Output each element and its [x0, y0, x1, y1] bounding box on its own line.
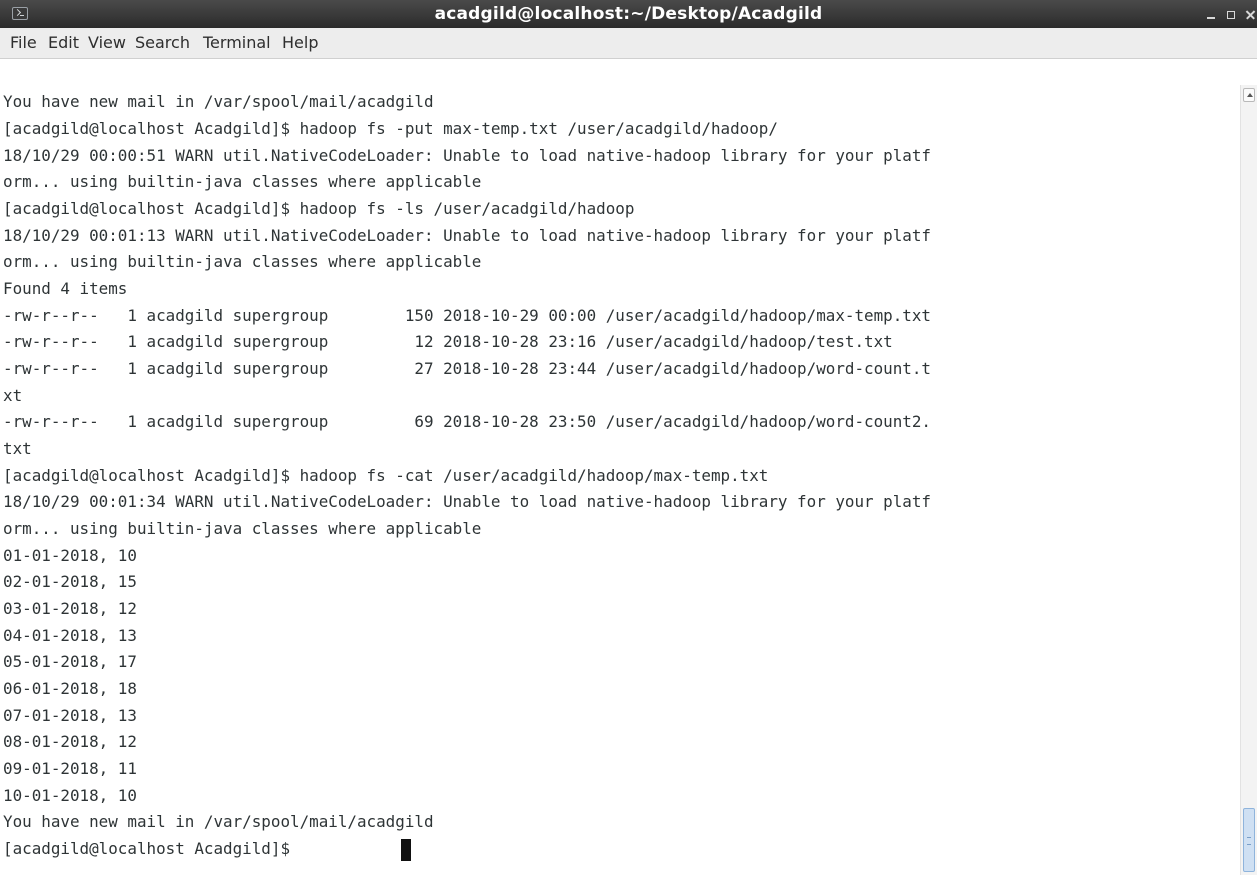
scrollbar-thumb[interactable]: [1243, 808, 1255, 872]
terminal-line: 06-01-2018, 18: [3, 679, 137, 698]
terminal-line: 08-01-2018, 12: [3, 732, 137, 751]
minimize-icon[interactable]: [1201, 4, 1221, 24]
terminal-line: 09-01-2018, 11: [3, 759, 137, 778]
terminal-line: You have new mail in /var/spool/mail/aca…: [3, 92, 434, 111]
menu-view[interactable]: View: [84, 28, 130, 58]
terminal-line: 01-01-2018, 10: [3, 546, 137, 565]
terminal-line: xt: [3, 386, 23, 405]
window-title: acadgild@localhost:~/Desktop/Acadgild: [434, 4, 823, 24]
title-bar[interactable]: acadgild@localhost:~/Desktop/Acadgild: [0, 0, 1257, 29]
terminal-line: orm... using builtin-java classes where …: [3, 172, 482, 191]
close-icon[interactable]: [1240, 4, 1257, 24]
terminal-line: 04-01-2018, 13: [3, 626, 137, 645]
terminal-line: txt: [3, 439, 32, 458]
terminal-line: Found 4 items: [3, 279, 128, 298]
terminal-output[interactable]: You have new mail in /var/spool/mail/aca…: [0, 59, 1240, 875]
menu-edit[interactable]: Edit: [44, 28, 83, 58]
terminal-line: -rw-r--r-- 1 acadgild supergroup 69 2018…: [3, 412, 931, 431]
menu-file[interactable]: File: [6, 28, 41, 58]
terminal-line: 07-01-2018, 13: [3, 706, 137, 725]
vertical-scrollbar[interactable]: [1240, 85, 1257, 875]
terminal-line: [acadgild@localhost Acadgild]$ hadoop fs…: [3, 199, 635, 218]
terminal-line: 05-01-2018, 17: [3, 652, 137, 671]
terminal-line: 10-01-2018, 10: [3, 786, 137, 805]
terminal-line: [acadgild@localhost Acadgild]$ hadoop fs…: [3, 466, 769, 485]
terminal-line: orm... using builtin-java classes where …: [3, 252, 482, 271]
terminal-line: -rw-r--r-- 1 acadgild supergroup 12 2018…: [3, 332, 893, 351]
terminal-line: -rw-r--r-- 1 acadgild supergroup 27 2018…: [3, 359, 931, 378]
terminal-line: orm... using builtin-java classes where …: [3, 519, 482, 538]
menu-help[interactable]: Help: [278, 28, 322, 58]
terminal-line: -rw-r--r-- 1 acadgild supergroup 150 201…: [3, 306, 931, 325]
text-cursor: [401, 839, 411, 861]
terminal-line: 18/10/29 00:00:51 WARN util.NativeCodeLo…: [3, 146, 931, 165]
terminal-line: 02-01-2018, 15: [3, 572, 137, 591]
terminal-line: [acadgild@localhost Acadgild]$ hadoop fs…: [3, 119, 778, 138]
terminal-line: 18/10/29 00:01:34 WARN util.NativeCodeLo…: [3, 492, 931, 511]
scroll-up-arrow-icon[interactable]: [1243, 88, 1255, 102]
terminal-line: 18/10/29 00:01:13 WARN util.NativeCodeLo…: [3, 226, 931, 245]
terminal-window: acadgild@localhost:~/Desktop/Acadgild Fi…: [0, 0, 1257, 875]
terminal-line: You have new mail in /var/spool/mail/aca…: [3, 812, 434, 831]
terminal-line: 03-01-2018, 12: [3, 599, 137, 618]
terminal-prompt: [acadgild@localhost Acadgild]$: [3, 839, 300, 858]
menu-search[interactable]: Search: [131, 28, 194, 58]
menu-terminal[interactable]: Terminal: [199, 28, 275, 58]
menu-bar: File Edit View Search Terminal Help: [0, 28, 1257, 59]
maximize-icon[interactable]: [1221, 4, 1241, 24]
